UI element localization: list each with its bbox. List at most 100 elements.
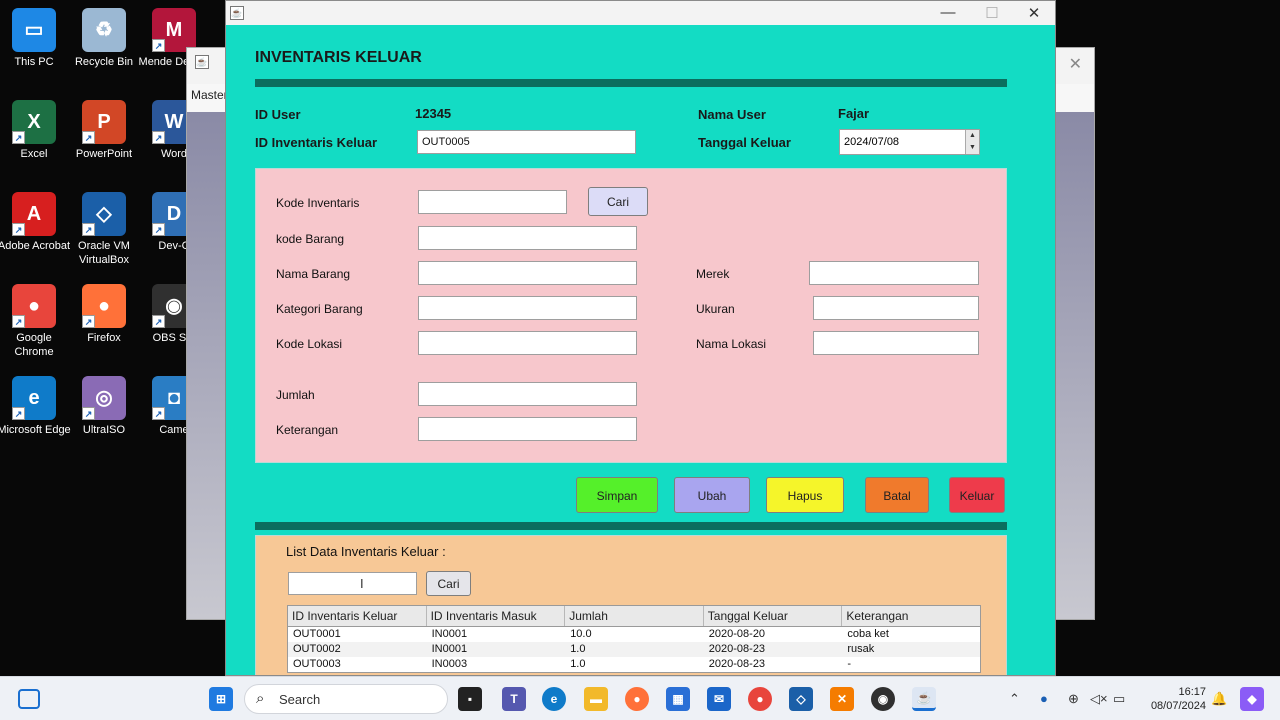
obs-icon[interactable]: ◉ [871, 687, 895, 711]
table-row[interactable]: OUT0001 IN0001 10.0 2020-08-20 coba ket [288, 627, 980, 642]
cari-kode-button[interactable]: Cari [588, 187, 648, 216]
minimize-icon[interactable]: — [938, 4, 958, 21]
chevron-up-icon[interactable]: ⌃ [1009, 691, 1020, 707]
ukuran-field[interactable] [813, 296, 979, 320]
page-title: INVENTARIS KELUAR [255, 49, 422, 66]
merek-field[interactable] [809, 261, 979, 285]
simpan-button[interactable]: Simpan [576, 477, 658, 513]
firefox-icon[interactable]: ● ↗ Firefox [67, 284, 141, 345]
kategori-barang-label: Kategori Barang [276, 302, 363, 316]
table-header: ID Inventaris Keluar ID Inventaris Masuk… [288, 606, 980, 627]
powerpoint-icon[interactable]: P ↗ PowerPoint [67, 100, 141, 161]
kode-barang-label: kode Barang [276, 232, 345, 246]
table-row[interactable]: OUT0003 IN0003 1.0 2020-08-23 - [288, 657, 980, 672]
network-icon[interactable]: ⊕ [1068, 691, 1079, 707]
ultraiso-icon[interactable]: ◎ ↗ UltraISO [67, 376, 141, 437]
column-header[interactable]: ID Inventaris Masuk [427, 606, 566, 626]
java-app-icon[interactable]: ☕ [912, 687, 936, 711]
xampp-icon[interactable]: ✕ [830, 687, 854, 711]
keterangan-field[interactable] [418, 417, 637, 441]
desktop-icon-label: Microsoft Edge [0, 424, 71, 436]
keluar-button[interactable]: Keluar [949, 477, 1005, 513]
id-inventaris-keluar-label: ID Inventaris Keluar [255, 135, 378, 150]
column-header[interactable]: Keterangan [842, 606, 980, 626]
nama-lokasi-field[interactable] [813, 331, 979, 355]
tanggal-keluar-value[interactable]: 2024/07/08 [844, 136, 899, 148]
kategori-barang-field[interactable] [418, 296, 637, 320]
column-header[interactable]: Jumlah [565, 606, 704, 626]
form-content: INVENTARIS KELUAR ID User 12345 Nama Use… [226, 25, 1055, 675]
taskbar-search[interactable]: ⌕ Search [244, 684, 448, 714]
widgets-icon[interactable] [18, 689, 40, 709]
spinner-arrows[interactable]: ▲ ▼ [965, 130, 979, 154]
table-cell: OUT0002 [293, 643, 341, 655]
table-cell: 2020-08-23 [708, 643, 766, 655]
copilot-icon[interactable]: ◆ [1240, 687, 1264, 711]
recycle-bin-icon[interactable]: ♻ Recycle Bin [67, 8, 141, 69]
kode-lokasi-field[interactable] [418, 331, 637, 355]
batal-button[interactable]: Batal [865, 477, 929, 513]
inventaris-keluar-table[interactable]: ID Inventaris Keluar ID Inventaris Masuk… [287, 605, 981, 673]
column-header[interactable]: Tanggal Keluar [704, 606, 843, 626]
notification-icon[interactable]: 🔔 [1211, 691, 1227, 707]
tanggal-keluar-spinner[interactable]: 2024/07/08 ▲ ▼ [839, 129, 980, 155]
task-view-icon[interactable]: ▪ [458, 687, 482, 711]
table-cell: 2020-08-23 [708, 658, 766, 670]
virtualbox-icon[interactable]: ◇ [789, 687, 813, 711]
hapus-button[interactable]: Hapus [766, 477, 844, 513]
virtualbox-icon[interactable]: ◇ ↗ Oracle VM VirtualBox [67, 192, 141, 267]
column-header[interactable]: ID Inventaris Keluar [288, 606, 427, 626]
nama-barang-field[interactable] [418, 261, 637, 285]
this-pc-icon[interactable]: ▭ This PC [0, 8, 71, 69]
nama-lokasi-label: Nama Lokasi [696, 337, 767, 351]
spinner-down-icon[interactable]: ▼ [966, 142, 979, 154]
kode-barang-field[interactable] [418, 226, 637, 250]
firefox-icon[interactable]: ● [625, 687, 649, 711]
close-icon[interactable]: ✕ [1069, 54, 1082, 74]
nama-user-value: Fajar [838, 106, 870, 121]
chrome-icon[interactable]: ● [748, 687, 772, 711]
desktop-icon-label: This PC [14, 56, 54, 68]
microphone-icon[interactable]: ● [1040, 691, 1048, 706]
desktop-icon-label: Oracle VM VirtualBox [78, 240, 130, 266]
list-title: List Data Inventaris Keluar : [286, 544, 446, 559]
text-cursor-icon: I [360, 576, 364, 591]
table-row[interactable]: OUT0002 IN0001 1.0 2020-08-23 rusak [288, 642, 980, 657]
jumlah-label: Jumlah [276, 388, 315, 402]
adobe-acrobat-icon[interactable]: A ↗ Adobe Acrobat [0, 192, 71, 253]
inventaris-keluar-window[interactable]: ☕ — ☐ ✕ INVENTARIS KELUAR ID User 12345 … [225, 0, 1056, 676]
id-inventaris-keluar-field[interactable]: OUT0005 [417, 130, 636, 154]
edge-icon[interactable]: e [542, 687, 566, 711]
store-icon[interactable]: ▦ [666, 687, 690, 711]
close-icon[interactable]: ✕ [1024, 4, 1044, 22]
clock[interactable]: 16:17 08/07/2024 [1140, 685, 1206, 713]
desktop-icon-label: Adobe Acrobat [0, 240, 71, 252]
jumlah-field[interactable] [418, 382, 637, 406]
start-icon[interactable]: ⊞ [209, 687, 233, 711]
desktop-icon-label: Excel [20, 148, 48, 160]
kode-inventaris-field[interactable] [418, 190, 567, 214]
teams-icon[interactable]: T [502, 687, 526, 711]
battery-icon[interactable]: ▭ [1113, 691, 1125, 707]
edge-icon[interactable]: e ↗ Microsoft Edge [0, 376, 71, 437]
java-icon: ☕ [195, 55, 209, 69]
ubah-button[interactable]: Ubah [674, 477, 750, 513]
volume-mute-icon[interactable]: ◁× [1090, 691, 1108, 707]
window-titlebar[interactable]: ☕ — ☐ ✕ [226, 1, 1055, 25]
spinner-up-icon[interactable]: ▲ [966, 130, 979, 142]
mail-icon[interactable]: ✉ [707, 687, 731, 711]
shortcut-arrow-icon: ↗ [82, 315, 95, 328]
maximize-icon[interactable]: ☐ [982, 4, 1002, 22]
shortcut-arrow-icon: ↗ [82, 223, 95, 236]
chrome-icon[interactable]: ● ↗ Google Chrome [0, 284, 71, 359]
excel-icon[interactable]: X ↗ Excel [0, 100, 71, 161]
desktop-icon-label: Google Chrome [14, 332, 54, 358]
list-cari-button[interactable]: Cari [426, 571, 471, 596]
list-search-input[interactable] [288, 572, 417, 595]
shortcut-arrow-icon: ↗ [152, 223, 165, 236]
table-cell: coba ket [847, 628, 889, 640]
shortcut-arrow-icon: ↗ [152, 407, 165, 420]
file-explorer-icon[interactable]: ▬ [584, 687, 608, 711]
keterangan-label: Keterangan [276, 423, 339, 437]
nama-barang-label: Nama Barang [276, 267, 351, 281]
